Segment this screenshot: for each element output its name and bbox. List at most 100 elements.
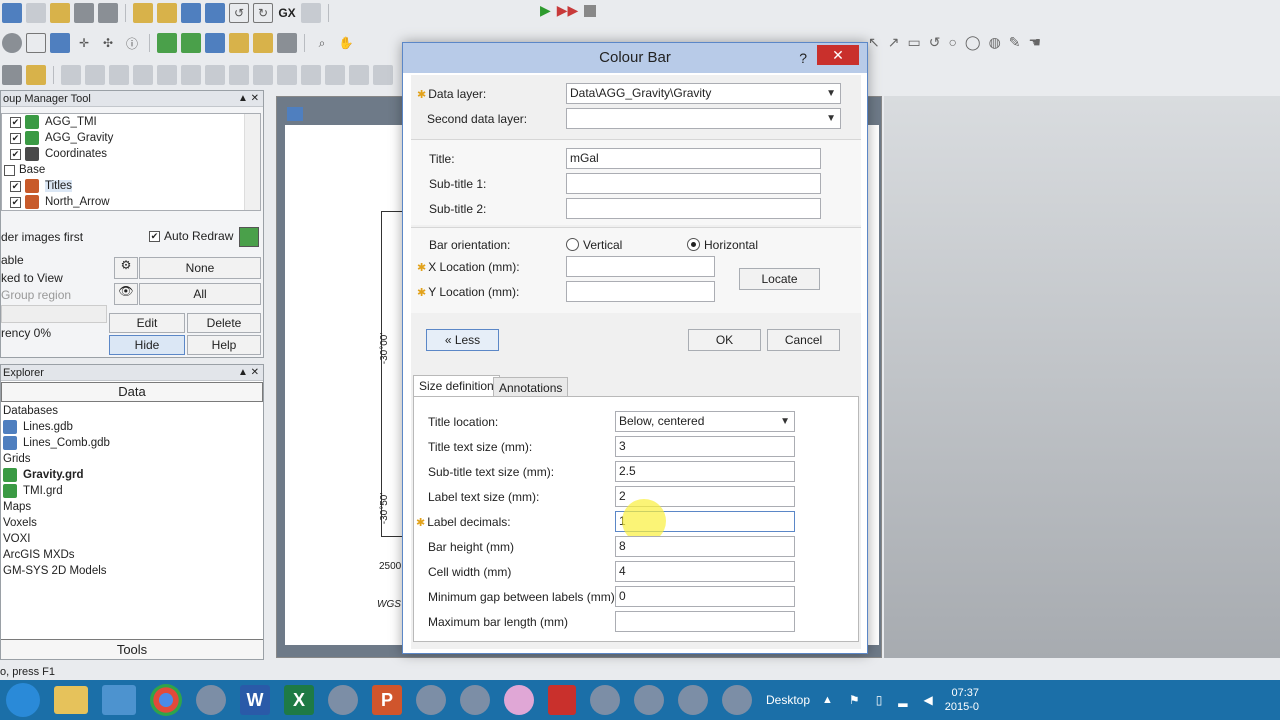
excel-icon[interactable]: X (284, 685, 314, 715)
stop-icon[interactable] (584, 5, 597, 17)
move-icon[interactable]: ✛ (74, 33, 94, 53)
file-explorer-icon[interactable] (54, 686, 88, 714)
hide-button[interactable]: Hide (109, 335, 185, 355)
less-button[interactable]: « Less (426, 329, 499, 351)
align3-icon[interactable] (61, 65, 81, 85)
layer-item[interactable]: ✔ Coordinates (2, 146, 260, 162)
app3-icon[interactable] (590, 685, 620, 715)
gx-button[interactable]: GX (277, 3, 297, 23)
rotate-icon[interactable]: ↺ (929, 34, 941, 51)
delete-button[interactable]: Delete (187, 313, 261, 333)
app2-icon[interactable] (416, 685, 446, 715)
tree-scrollbar[interactable] (244, 114, 260, 210)
layer-item[interactable]: Base (2, 162, 260, 178)
explorer-item[interactable]: ArcGIS MXDs (1, 547, 263, 563)
app4-icon[interactable] (634, 685, 664, 715)
explorer-item[interactable]: GM-SYS 2D Models (1, 563, 263, 579)
word-icon[interactable]: W (240, 685, 270, 715)
none-icon[interactable]: ⚙ (114, 257, 138, 279)
panel-controls[interactable]: ▲ ✕ (238, 91, 259, 107)
second-layer-select[interactable]: ▼ (566, 108, 841, 129)
internet-explorer-icon[interactable] (6, 683, 40, 717)
tray-chevron-icon[interactable]: ▲ (822, 694, 833, 706)
open-project-icon[interactable] (133, 3, 153, 23)
subtitle2-input[interactable] (566, 198, 821, 219)
layer-checkbox[interactable]: ✔ (10, 180, 21, 192)
all-button[interactable]: All (139, 283, 261, 305)
visibility-icon[interactable]: 👁 (114, 283, 138, 305)
cancel-button[interactable]: Cancel (767, 329, 840, 351)
layer-item[interactable]: ✔ North_Arrow (2, 194, 260, 210)
x-location-input[interactable] (566, 256, 715, 277)
layer-checkbox[interactable]: ✔ (10, 116, 21, 128)
pan-icon[interactable]: ✋ (336, 33, 356, 53)
explorer-item[interactable]: Lines.gdb (1, 419, 263, 435)
explorer-item[interactable]: Grids (1, 451, 263, 467)
align8-icon[interactable] (181, 65, 201, 85)
auto-redraw-checkbox[interactable]: ✔ Auto Redraw (149, 229, 233, 243)
snipping-icon[interactable] (460, 685, 490, 715)
undo-icon[interactable]: ↺ (229, 3, 249, 23)
vertical-radio[interactable] (566, 238, 579, 251)
explorer-item[interactable]: TMI.grd (1, 483, 263, 499)
save-icon[interactable] (74, 3, 94, 23)
powerpoint-icon[interactable]: P (372, 685, 402, 715)
title-text-size-input[interactable]: 3 (615, 436, 795, 457)
layer-checkbox[interactable] (4, 164, 15, 176)
group-icon[interactable] (229, 33, 249, 53)
itunes-icon[interactable] (504, 685, 534, 715)
align16-icon[interactable] (373, 65, 393, 85)
auto-redraw-check[interactable]: ✔ (149, 230, 160, 242)
layer-item[interactable]: ✔ AGG_Gravity (2, 130, 260, 146)
pen-icon[interactable]: ✎ (1009, 34, 1021, 51)
layer-icon[interactable] (157, 33, 177, 53)
align11-icon[interactable] (253, 65, 273, 85)
pointer-icon[interactable]: ✣ (98, 33, 118, 53)
clock[interactable]: 07:37 2015-0 (945, 686, 979, 714)
run-all-icon[interactable]: ▶▶ (557, 2, 579, 19)
paint-icon[interactable] (328, 685, 358, 715)
flag-icon[interactable]: ⚑ (849, 693, 860, 707)
redo-icon[interactable]: ↻ (253, 3, 273, 23)
home-icon[interactable] (102, 685, 136, 715)
min-gap-input[interactable]: 0 (615, 586, 795, 607)
volume-icon[interactable]: ◀ (924, 693, 933, 707)
subtitle1-input[interactable] (566, 173, 821, 194)
chrome-icon[interactable] (150, 684, 182, 716)
align14-icon[interactable] (325, 65, 345, 85)
align12-icon[interactable] (277, 65, 297, 85)
layer2-icon[interactable] (181, 33, 201, 53)
oasis-montaj-icon[interactable] (678, 685, 708, 715)
new-icon[interactable] (26, 3, 46, 23)
horizontal-radio[interactable] (687, 238, 700, 251)
title-input[interactable]: mGal (566, 148, 821, 169)
explorer-item[interactable]: Databases (1, 403, 263, 419)
layer3-icon[interactable] (205, 33, 225, 53)
title-location-select[interactable]: Below, centered ▼ (615, 411, 795, 432)
data-layer-select[interactable]: Data\AGG_Gravity\Gravity ▼ (566, 83, 841, 104)
cell-width-input[interactable]: 4 (615, 561, 795, 582)
info-icon[interactable]: ⓘ (122, 33, 142, 53)
bar-height-input[interactable]: 8 (615, 536, 795, 557)
explorer-item[interactable]: Lines_Comb.gdb (1, 435, 263, 451)
ok-button[interactable]: OK (688, 329, 761, 351)
align15-icon[interactable] (349, 65, 369, 85)
globe-icon[interactable]: ◍ (989, 34, 1001, 51)
explorer-item[interactable]: VOXI (1, 531, 263, 547)
close-button[interactable]: ✕ (817, 45, 859, 65)
new-file-icon[interactable] (2, 3, 22, 23)
subtitle-text-size-input[interactable]: 2.5 (615, 461, 795, 482)
app5-icon[interactable] (722, 685, 752, 715)
layer-item[interactable]: ✔ AGG_TMI (2, 114, 260, 130)
layer-checkbox[interactable]: ✔ (10, 196, 21, 208)
group-region-select[interactable] (1, 305, 107, 323)
acrobat-icon[interactable] (548, 685, 576, 715)
polyline-icon[interactable]: ↗ (888, 34, 900, 51)
battery-icon[interactable]: ▯ (876, 693, 883, 707)
locate-button[interactable]: Locate (739, 268, 820, 290)
layer-item[interactable]: ✔ Titles (2, 178, 260, 194)
select-icon[interactable] (26, 33, 46, 53)
align4-icon[interactable] (85, 65, 105, 85)
align2-icon[interactable] (26, 65, 46, 85)
explorer-item[interactable]: Gravity.grd (1, 467, 263, 483)
